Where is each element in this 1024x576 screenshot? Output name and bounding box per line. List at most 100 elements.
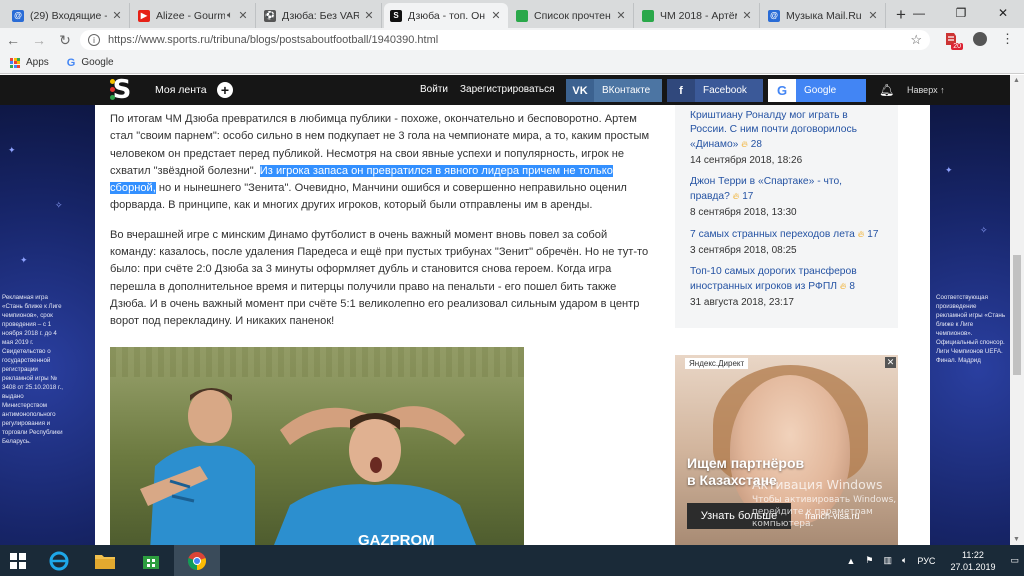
tab-close-icon[interactable]: ✕ [615,9,627,22]
tab-close-icon[interactable]: ✕ [363,9,375,22]
fire-icon: 🔥︎ [741,139,748,149]
fire-icon: 🔥︎ [857,229,865,239]
google-icon: G [768,79,796,102]
notifications-icon[interactable]: ▭ [1010,555,1019,566]
sports-logo[interactable]: S [110,77,134,103]
scroll-down-icon[interactable]: ▼ [1013,536,1020,543]
store-icon[interactable] [128,545,174,576]
article-photo: GAZPROM [110,347,524,545]
volume-icon[interactable]: 🔈︎ [902,555,907,566]
extension-icon[interactable]: 20 [943,31,963,50]
window-controls: — ❐ ✕ [898,0,1024,26]
minimize-icon[interactable]: — [898,0,940,26]
clock[interactable]: 11:22 27.01.2019 [950,549,995,573]
news-title[interactable]: Джон Терри в «Спартаке» - что, правда? 🔥… [690,175,883,204]
maximize-icon[interactable]: ❐ [940,0,982,26]
profile-avatar[interactable] [973,32,987,46]
right-banner-legal-text: Соответствующая произведение рекламной и… [936,294,1006,364]
star-icon: ✧ [55,200,63,210]
tab-title: Alizee - Gourm [156,9,225,22]
apps-grid-icon [10,57,20,68]
toolbar-extensions: 20 ⋮ [943,31,1014,50]
google-login-button[interactable]: G Google [768,79,866,102]
site-header: S Моя лента + Войти Зарегистрироваться V… [0,75,1010,105]
tab-close-icon[interactable]: ✕ [237,9,249,22]
back-arrow-icon[interactable]: ← [0,32,26,48]
news-date: 8 сентября 2018, 13:30 [690,207,797,218]
chrome-taskbar-icon[interactable] [174,545,220,576]
scroll-up-icon[interactable]: ▲ [1013,77,1020,84]
browser-toolbar: ← → ↻ i https://www.sports.ru/tribuna/bl… [0,28,1024,52]
news-date: 3 сентября 2018, 08:25 [690,245,797,256]
news-date: 14 сентября 2018, 18:26 [690,155,803,166]
article-paragraph: Во вчерашней игре с минским Динамо футбо… [110,228,649,328]
comment-count: 28 [750,139,762,150]
browser-tab[interactable]: ▶ Alizee - Gourm 🔈︎ ✕ [132,3,256,28]
close-icon[interactable]: ✕ [885,357,896,368]
tab-close-icon[interactable]: ✕ [111,9,123,22]
news-date: 31 августа 2018, 23:17 [690,297,794,308]
browser-tab[interactable]: Список прочтений ✕ [510,3,634,28]
tab-audio-icon[interactable]: 🔈︎ [227,10,233,21]
browser-tab[interactable]: S Дзюба - топ. Он б ✕ [384,3,508,28]
add-post-icon[interactable]: + [217,82,233,98]
bookmark-star-icon[interactable]: ☆ [910,32,922,48]
file-explorer-icon[interactable] [82,545,128,576]
reload-icon[interactable]: ↻ [52,32,78,49]
tab-title: (29) Входящие - П [30,9,107,22]
close-window-icon[interactable]: ✕ [982,0,1024,26]
browser-menu-icon[interactable]: ⋮ [1001,32,1014,45]
article-paragraph: По итогам ЧМ Дзюба превратился в любимца… [110,113,650,212]
tab-close-icon[interactable]: ✕ [741,9,753,22]
url-text: https://www.sports.ru/tribuna/blogs/post… [108,34,439,46]
login-link[interactable]: Войти [420,84,448,95]
vk-login-button[interactable]: VK ВКонтакте [566,79,662,102]
windows-activation-watermark: Активация Windows Чтобы активировать Win… [752,477,897,529]
news-item[interactable]: Джон Терри в «Спартаке» - что, правда? 🔥… [690,175,883,218]
news-item[interactable]: Топ-10 самых дорогих трансферов иностран… [690,265,883,308]
scroll-top-link[interactable]: Наверх ↑ [907,85,945,95]
ad-label: Яндекс.Директ [685,358,749,369]
tab-close-icon[interactable]: ✕ [490,9,502,22]
left-banner-legal-text: Рекламная игра «Стань ближе к Лиге чемпи… [2,294,63,445]
tab-title: Дзюба: Без VAR м [282,9,359,22]
browser-tab[interactable]: ЧМ 2018 - Артём Д ✕ [636,3,760,28]
tab-close-icon[interactable]: ✕ [867,9,879,22]
network-icon[interactable]: ▥ [883,555,892,566]
left-side-banner[interactable]: ✦ ✧ ✦ Рекламная игра «Стань ближе к Лиге… [0,105,95,545]
address-bar[interactable]: i https://www.sports.ru/tribuna/blogs/po… [80,30,930,50]
bookmark-google[interactable]: G Google [67,57,114,69]
browser-tab[interactable]: @ Музыка Mail.Ru - з ✕ [762,3,886,28]
tray-expand-icon[interactable]: ▲ [846,556,855,566]
browser-tab[interactable]: @ (29) Входящие - П ✕ [6,3,130,28]
register-link[interactable]: Зарегистрироваться [460,84,555,95]
sheet-icon [516,9,528,22]
news-item[interactable]: 7 самых странных переходов лета 🔥︎ 17 3 с… [690,227,883,256]
news-title[interactable]: Топ-10 самых дорогих трансферов иностран… [690,265,883,294]
internet-explorer-icon[interactable] [36,545,82,576]
forward-arrow-icon[interactable]: → [26,32,52,48]
flag-icon[interactable]: ⚑ [865,555,873,566]
language-indicator[interactable]: РУС [917,556,935,566]
windows-start-icon[interactable] [0,545,36,576]
mail-at-icon: @ [768,9,780,22]
related-news-box: Криштиану Роналду мог играть в России. С… [675,105,898,328]
article-body: По итогам ЧМ Дзюба превратился в любимца… [110,111,655,343]
news-title[interactable]: Криштиану Роналду мог играть в России. С… [690,109,883,152]
news-title[interactable]: 7 самых странных переходов лета 🔥︎ 17 [690,227,883,242]
fire-icon: 🔥︎ [839,281,847,291]
star-icon: ✧ [980,225,988,235]
bookmark-apps[interactable]: Apps [10,57,49,68]
page-scrollbar[interactable]: ▲ ▼ [1010,75,1024,545]
news-item[interactable]: Криштиану Роналду мог играть в России. С… [690,109,883,166]
browser-tabstrip: @ (29) Входящие - П ✕ ▶ Alizee - Gourm🔈︎ ✕ ⚽ Дз… [0,0,1024,28]
scroll-thumb[interactable] [1013,255,1021,375]
browser-tab[interactable]: ⚽ Дзюба: Без VAR м ✕ [258,3,382,28]
bell-icon[interactable]: 🔔︎ [879,83,894,97]
my-feed-link[interactable]: Моя лента [155,84,207,96]
google-icon: G [66,56,76,69]
facebook-login-button[interactable]: f Facebook [667,79,763,102]
right-side-banner[interactable]: ✦ ✧ Соответствующая произведение рекламн… [930,105,1010,545]
youtube-icon: ▶ [138,9,150,22]
site-info-icon[interactable]: i [88,34,100,46]
